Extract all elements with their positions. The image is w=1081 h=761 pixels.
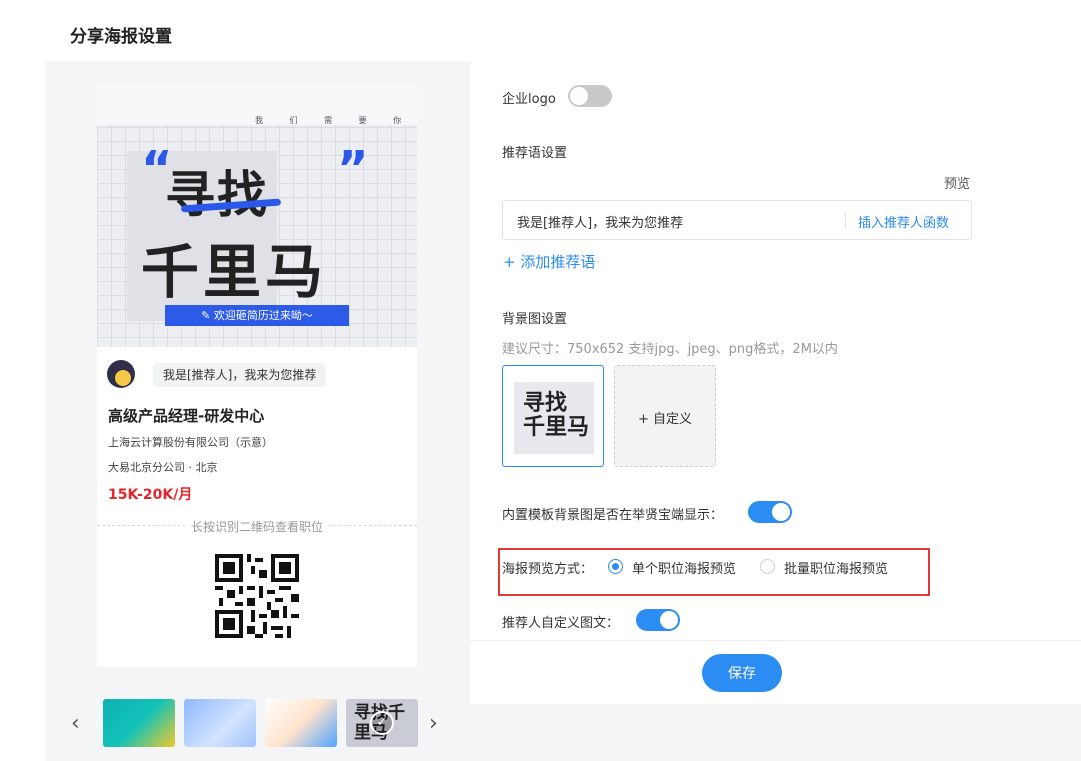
bg-hint: 建议尺寸：750x652 支持jpg、jpeg、png格式，2M以内 xyxy=(502,342,838,357)
bg-label: 背景图设置 xyxy=(502,312,568,327)
company-name: 上海云计算股份有限公司（示意） xyxy=(108,436,273,449)
poster-quote-close: ” xyxy=(337,141,369,197)
poster-banner: ✎ 欢迎砸简历过来呦～ xyxy=(165,305,349,326)
insert-function-link[interactable]: 插入推荐人函数 xyxy=(858,212,949,231)
poster-preview: 我 们 需 要 你 “ 寻找 ” 千里马 ✎ 欢迎砸简历过来呦～ 我是[推荐人]… xyxy=(97,85,417,667)
poster-job-card: 我是[推荐人]，我来为您推荐 高级产品经理-研发中心 上海云计算股份有限公司（示… xyxy=(97,347,417,667)
poster-we-need-text: 我 们 需 要 你 xyxy=(255,116,414,125)
preview-mode-label: 海报预览方式： xyxy=(502,562,594,577)
radio-batch[interactable] xyxy=(760,559,775,574)
carousel-prev-button[interactable]: ‹ xyxy=(71,711,87,736)
salary: 15K-20K/月 xyxy=(108,487,193,503)
job-title: 高级产品经理-研发中心 xyxy=(108,407,265,425)
save-button[interactable]: 保存 xyxy=(702,654,782,692)
qr-code xyxy=(215,554,299,638)
recommend-input[interactable]: 我是[推荐人]，我来为您推荐 插入推荐人函数 xyxy=(502,200,972,240)
job-location: 大易北京分公司 · 北京 xyxy=(108,461,218,474)
radio-single-label[interactable]: 单个职位海报预览 xyxy=(632,558,736,577)
poster-headline-1: 寻找 xyxy=(165,166,269,224)
builtin-label: 内置模板背景图是否在举贤宝端显示： xyxy=(502,508,724,523)
bg-preset-option[interactable]: 寻找 千里马 xyxy=(502,365,604,467)
custom-graphic-label: 推荐人自定义图文： xyxy=(502,616,620,631)
carousel-next-button[interactable]: › xyxy=(429,711,445,736)
recommender-avatar xyxy=(107,360,135,388)
logo-toggle[interactable] xyxy=(568,85,612,107)
add-recommend-button[interactable]: + 添加推荐语 xyxy=(503,251,595,272)
qr-hint: 长按识别二维码查看职位 xyxy=(184,520,329,534)
poster-headline-2: 千里马 xyxy=(141,238,328,306)
bg-custom-upload[interactable]: + 自定义 xyxy=(614,365,716,467)
bg-custom-label: + 自定义 xyxy=(637,412,693,427)
recommend-value: 我是[推荐人]，我来为您推荐 xyxy=(517,216,684,231)
custom-graphic-toggle[interactable] xyxy=(636,609,680,631)
recommend-label: 推荐语设置 xyxy=(502,146,568,161)
logo-label: 企业logo xyxy=(502,92,556,107)
template-thumb-4-selected[interactable]: 寻找千里马 ✓ xyxy=(346,699,418,747)
radio-single[interactable] xyxy=(608,559,623,574)
template-thumb-2[interactable] xyxy=(184,699,256,747)
bg-preset-text: 寻找 千里马 xyxy=(523,391,590,440)
builtin-toggle[interactable] xyxy=(748,501,792,523)
radio-batch-label[interactable]: 批量职位海报预览 xyxy=(784,558,888,577)
selected-check-icon: ✓ xyxy=(370,711,394,735)
preview-link[interactable]: 预览 xyxy=(944,173,970,192)
template-thumb-1[interactable] xyxy=(103,699,175,747)
settings-panel: 企业logo 推荐语设置 预览 我是[推荐人]，我来为您推荐 插入推荐人函数 +… xyxy=(470,61,1081,761)
template-thumb-3[interactable] xyxy=(265,699,337,747)
poster-preview-panel: 我 们 需 要 你 “ 寻找 ” 千里马 ✎ 欢迎砸简历过来呦～ 我是[推荐人]… xyxy=(45,61,470,761)
recommender-bubble: 我是[推荐人]，我来为您推荐 xyxy=(153,363,327,387)
page-title: 分享海报设置 xyxy=(70,27,172,47)
